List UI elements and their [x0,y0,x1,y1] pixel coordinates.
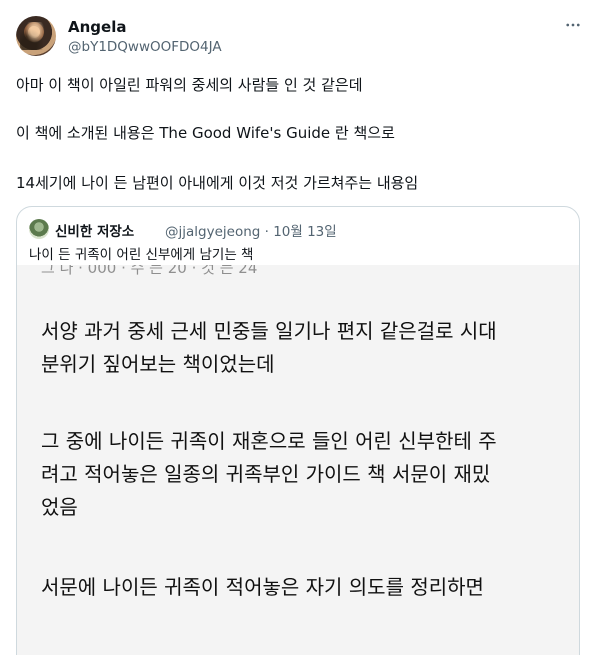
quote-text: 나이 든 귀족이 어린 신부에게 남기는 책 [29,247,254,263]
image-text-line: 려고 적어놓은 일종의 귀족부인 가이드 책 서문이 재밌 [41,462,491,486]
image-text-line: 서문에 나이든 귀족이 적어놓은 자기 의도를 정리하면 [41,575,484,599]
image-text-line: 서양 과거 중세 근세 민중들 일기나 편지 같은걸로 시대 [41,319,497,343]
tweet-text-line: 14세기에 나이 든 남편이 아내에게 이것 저것 가르쳐주는 내용임 [16,174,419,192]
image-paragraph: 서문에 나이든 귀족이 적어놓은 자기 의도를 정리하면 [41,571,571,604]
more-horizontal-icon [564,16,582,38]
image-cropped-text: 그 나 · 000 · 수 는 20 · 것 는 24 [41,265,258,277]
display-name[interactable]: Angela [68,18,126,36]
image-text-line: 그 중에 나이든 귀족이 재혼으로 들인 어린 신부한테 주 [41,429,497,453]
tweet-text-line: 이 책에 소개된 내용은 The Good Wife's Guide 란 책으로 [16,124,395,142]
tweet-text-line: 아마 이 책이 아일린 파워의 중세의 사람들 인 것 같은데 [16,76,363,94]
image-text-line: 었음 [41,495,78,519]
tweet: Angela @bY1DQwwOOFDO4JA 아마 이 책이 아일린 파워의 … [0,0,600,655]
quoted-tweet[interactable]: 신비한 저장소 @jjalgyejeong · 10월 13일 나이 든 귀족이… [16,206,580,655]
quote-handle-date: @jjalgyejeong · 10월 13일 [165,224,337,240]
quote-image[interactable]: 그 나 · 000 · 수 는 20 · 것 는 24 서양 과거 중세 근세 … [17,265,579,655]
avatar[interactable] [16,16,56,56]
more-button[interactable] [562,16,584,38]
image-paragraph: 그 중에 나이든 귀족이 재혼으로 들인 어린 신부한테 주 려고 적어놓은 일… [41,425,571,524]
image-paragraph: 서양 과거 중세 근세 민중들 일기나 편지 같은걸로 시대 분위기 짚어보는 … [41,315,571,381]
image-text-line: 분위기 짚어보는 책이었는데 [41,352,275,376]
quote-avatar [29,219,49,239]
handle[interactable]: @bY1DQwwOOFDO4JA [68,39,222,55]
quote-display-name: 신비한 저장소 [55,224,135,240]
